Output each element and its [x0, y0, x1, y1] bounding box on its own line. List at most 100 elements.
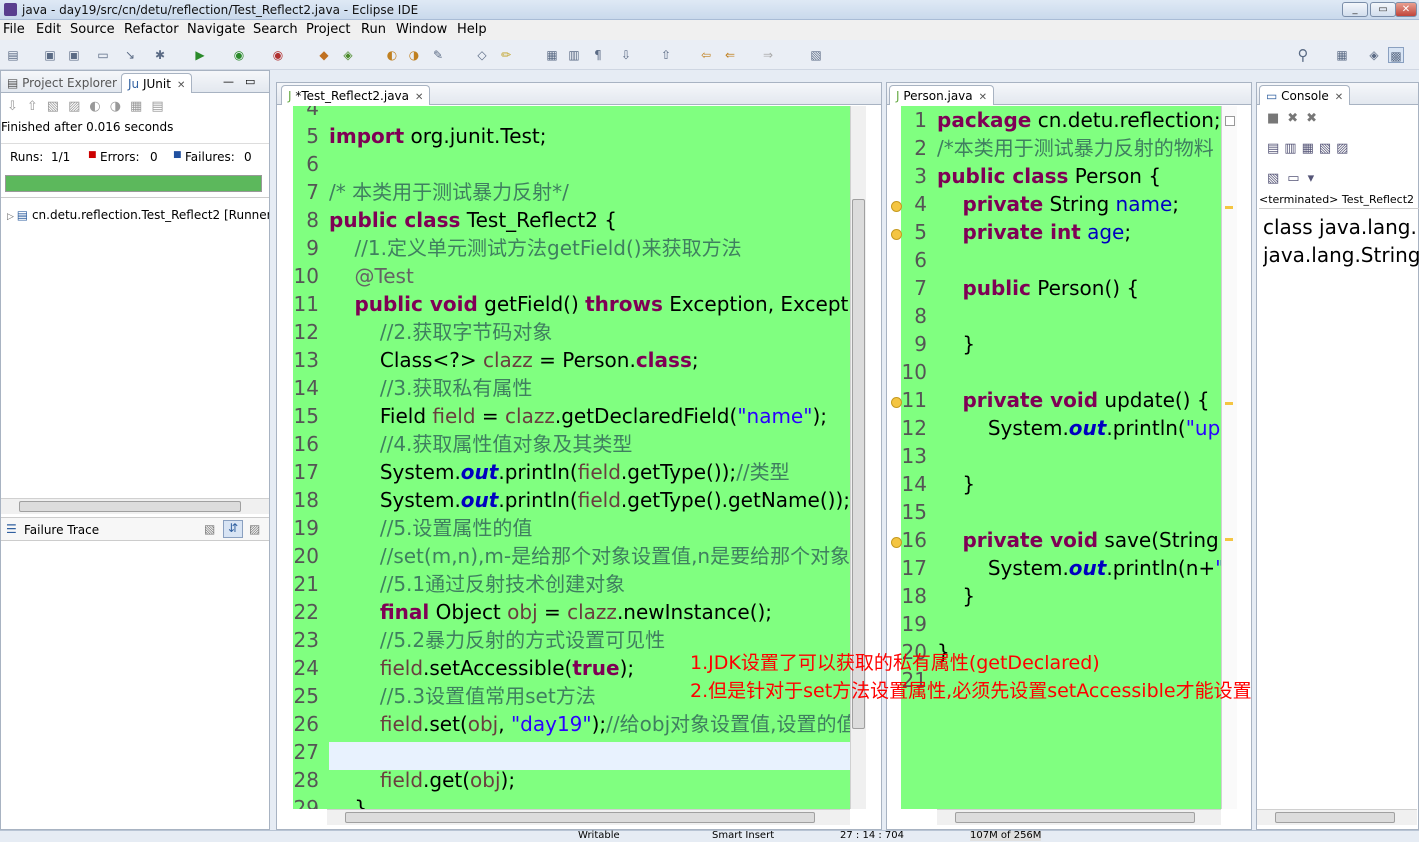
menu-run[interactable]: Run	[361, 22, 386, 37]
tab-test-reflect2[interactable]: J *Test_Reflect2.java ✕	[281, 85, 431, 105]
line-number: 13	[293, 348, 319, 372]
open-folder-icon[interactable]: ◑	[406, 47, 422, 63]
new-icon[interactable]: ▤	[5, 47, 21, 63]
window-title: java - day19/src/cn/detu/reflection/Test…	[22, 3, 419, 17]
code-line: }	[937, 472, 976, 496]
maximize-button[interactable]: ▭	[1370, 2, 1396, 17]
highlight-icon[interactable]: ✏	[498, 47, 514, 63]
status-memory[interactable]: 107M of 256M	[970, 831, 1042, 841]
errors-label: Errors:	[100, 150, 140, 164]
last-edit-icon[interactable]: ⇦	[698, 47, 714, 63]
annotation-line-2: 2.但是针对于set方法设置属性,必须先设置setAccessible才能设置	[690, 680, 1252, 702]
menu-navigate[interactable]: Navigate	[187, 22, 245, 37]
tab-project-explorer[interactable]: ▤ Project Explorer	[1, 73, 123, 93]
run-icon[interactable]: ▶	[192, 47, 208, 63]
close-icon[interactable]: ✕	[177, 80, 185, 91]
code-line: //5.3设置值常用set方法	[379, 684, 596, 708]
line-number: 8	[306, 208, 319, 232]
code-line: //2.获取字节码对象	[379, 320, 553, 344]
save-all-icon[interactable]: ▣	[66, 47, 82, 63]
minimize-button[interactable]: _	[1342, 2, 1368, 17]
close-icon[interactable]: ✕	[1335, 92, 1343, 103]
line-number: 21	[293, 572, 319, 596]
junit-view: ▤ Project Explorer Ju JUnit ✕ — ▭ ⇩⇧▧▨◐◑▦…	[0, 70, 270, 830]
tab-person[interactable]: J Person.java ✕	[889, 85, 995, 105]
show-whitespace-icon[interactable]: ▦	[544, 47, 560, 63]
save-icon[interactable]: ▣	[42, 47, 58, 63]
editor2-overview-ruler[interactable]	[1221, 106, 1237, 809]
menu-edit[interactable]: Edit	[36, 22, 61, 37]
close-icon[interactable]: ✕	[415, 92, 423, 103]
tab-junit[interactable]: Ju JUnit ✕	[121, 73, 193, 93]
menu-project[interactable]: Project	[306, 22, 350, 37]
tab-console[interactable]: ▭ Console ✕	[1259, 85, 1351, 105]
back-icon[interactable]: ⇐	[722, 47, 738, 63]
maximize-view-icon[interactable]: ▭	[245, 75, 255, 88]
junit-counters: Runs: 1/1 ■ Errors: 0 ■ Failures: 0	[1, 143, 269, 167]
error-icon: ■	[88, 150, 97, 160]
code-line: public void getField() throws Exception,…	[354, 292, 851, 316]
editor2-horizontal-scrollbar[interactable]	[937, 809, 1221, 825]
close-icon[interactable]: ✕	[979, 92, 987, 103]
tree-horizontal-scrollbar[interactable]	[1, 498, 269, 514]
line-number: 6	[306, 152, 319, 176]
errors-value: 0	[150, 150, 158, 164]
menu-help[interactable]: Help	[457, 22, 487, 37]
console-toolbar-row2[interactable]: ▤▥▦▧▨	[1267, 141, 1353, 156]
code-line: System.out.println(field.getType());//类型	[329, 460, 790, 484]
code-line: public class Test_Reflect2 {	[329, 208, 618, 232]
current-line-highlight	[329, 742, 851, 770]
next-annotation-icon[interactable]: ⇩	[618, 47, 634, 63]
prev-annotation-icon[interactable]: ⇧	[658, 47, 674, 63]
pilcrow-icon[interactable]: ¶	[590, 47, 606, 63]
editor1-horizontal-scrollbar[interactable]	[327, 809, 850, 825]
menu-refactor[interactable]: Refactor	[124, 22, 179, 37]
menu-source[interactable]: Source	[70, 22, 115, 37]
filter-stack-icon[interactable]: ▧	[204, 522, 215, 536]
code-line: }	[329, 796, 368, 809]
console-toolbar-row1[interactable]: ■✖✖	[1267, 111, 1325, 126]
console-toolbar-row3[interactable]: ▧▭▾	[1267, 171, 1322, 186]
line-number: 17	[293, 460, 319, 484]
editor1-code-area[interactable]: 4 5 import org.junit.Test; 6 7 /* 本类用于测试暴力反射*…	[293, 106, 851, 809]
code-line: import org.junit.Test;	[329, 124, 547, 148]
print-icon[interactable]: ▭	[95, 47, 111, 63]
annotation-icon[interactable]: ◇	[474, 47, 490, 63]
code-line: System.out.println("upd	[937, 416, 1221, 440]
main-toolbar: ▤ ▣ ▣ ▭ ↘ ✱ ▶ ◉ ◉ ◆ ◈ ◐ ◑ ✎ ◇ ✏ ▦ ▥ ¶ ⇩ …	[0, 40, 1419, 70]
editor2-code-area[interactable]: 1 package cn.detu.reflection; 2 /*本类用于测试暴力反…	[901, 106, 1221, 809]
search-icon[interactable]: ⚲	[1295, 47, 1311, 63]
junit-toolbar[interactable]: ⇩⇧▧▨◐◑▦▤	[7, 99, 173, 114]
line-number: 3	[914, 164, 927, 188]
line-number: 23	[293, 628, 319, 652]
java-ee-perspective-icon[interactable]: ◈	[1366, 47, 1382, 63]
block-select-icon[interactable]: ▥	[566, 47, 582, 63]
code-line: //5.2暴力反射的方式设置可见性	[379, 628, 666, 652]
open-perspective-icon[interactable]: ▦	[1334, 47, 1350, 63]
new-java-project-icon[interactable]: ◆	[316, 47, 332, 63]
close-window-button[interactable]: ✕	[1395, 2, 1417, 17]
console-horizontal-scrollbar[interactable]	[1257, 809, 1417, 825]
open-type-icon[interactable]: ◐	[384, 47, 400, 63]
forward-icon[interactable]: ⇒	[760, 47, 776, 63]
java-perspective-icon[interactable]: ▩	[1388, 47, 1404, 63]
pin-editor-icon[interactable]: ▧	[808, 47, 824, 63]
menu-search[interactable]: Search	[253, 22, 298, 37]
new-package-icon[interactable]: ◈	[340, 47, 356, 63]
search-tool-icon[interactable]: ✎	[430, 47, 446, 63]
line-number: 18	[293, 488, 319, 512]
tree-item-test-reflect2[interactable]: ▷ ▤ cn.detu.reflection.Test_Reflect2 [Ru…	[7, 208, 269, 222]
compare-results-icon[interactable]: ⇵	[223, 520, 243, 538]
menu-window[interactable]: Window	[396, 22, 447, 37]
coverage-icon[interactable]: ◉	[231, 47, 247, 63]
copy-trace-icon[interactable]: ▨	[249, 522, 260, 536]
debug-icon[interactable]: ✱	[152, 47, 168, 63]
console-process-label: <terminated> Test_Reflect2	[1259, 193, 1419, 209]
menu-file[interactable]: File	[3, 22, 25, 37]
line-number: 19	[901, 612, 927, 636]
toggle-breadcrumb-icon[interactable]: ↘	[122, 47, 138, 63]
minimize-view-icon[interactable]: —	[223, 75, 234, 88]
editor1-vertical-scrollbar[interactable]	[850, 106, 866, 809]
external-tools-icon[interactable]: ◉	[270, 47, 286, 63]
line-number: 9	[914, 332, 927, 356]
